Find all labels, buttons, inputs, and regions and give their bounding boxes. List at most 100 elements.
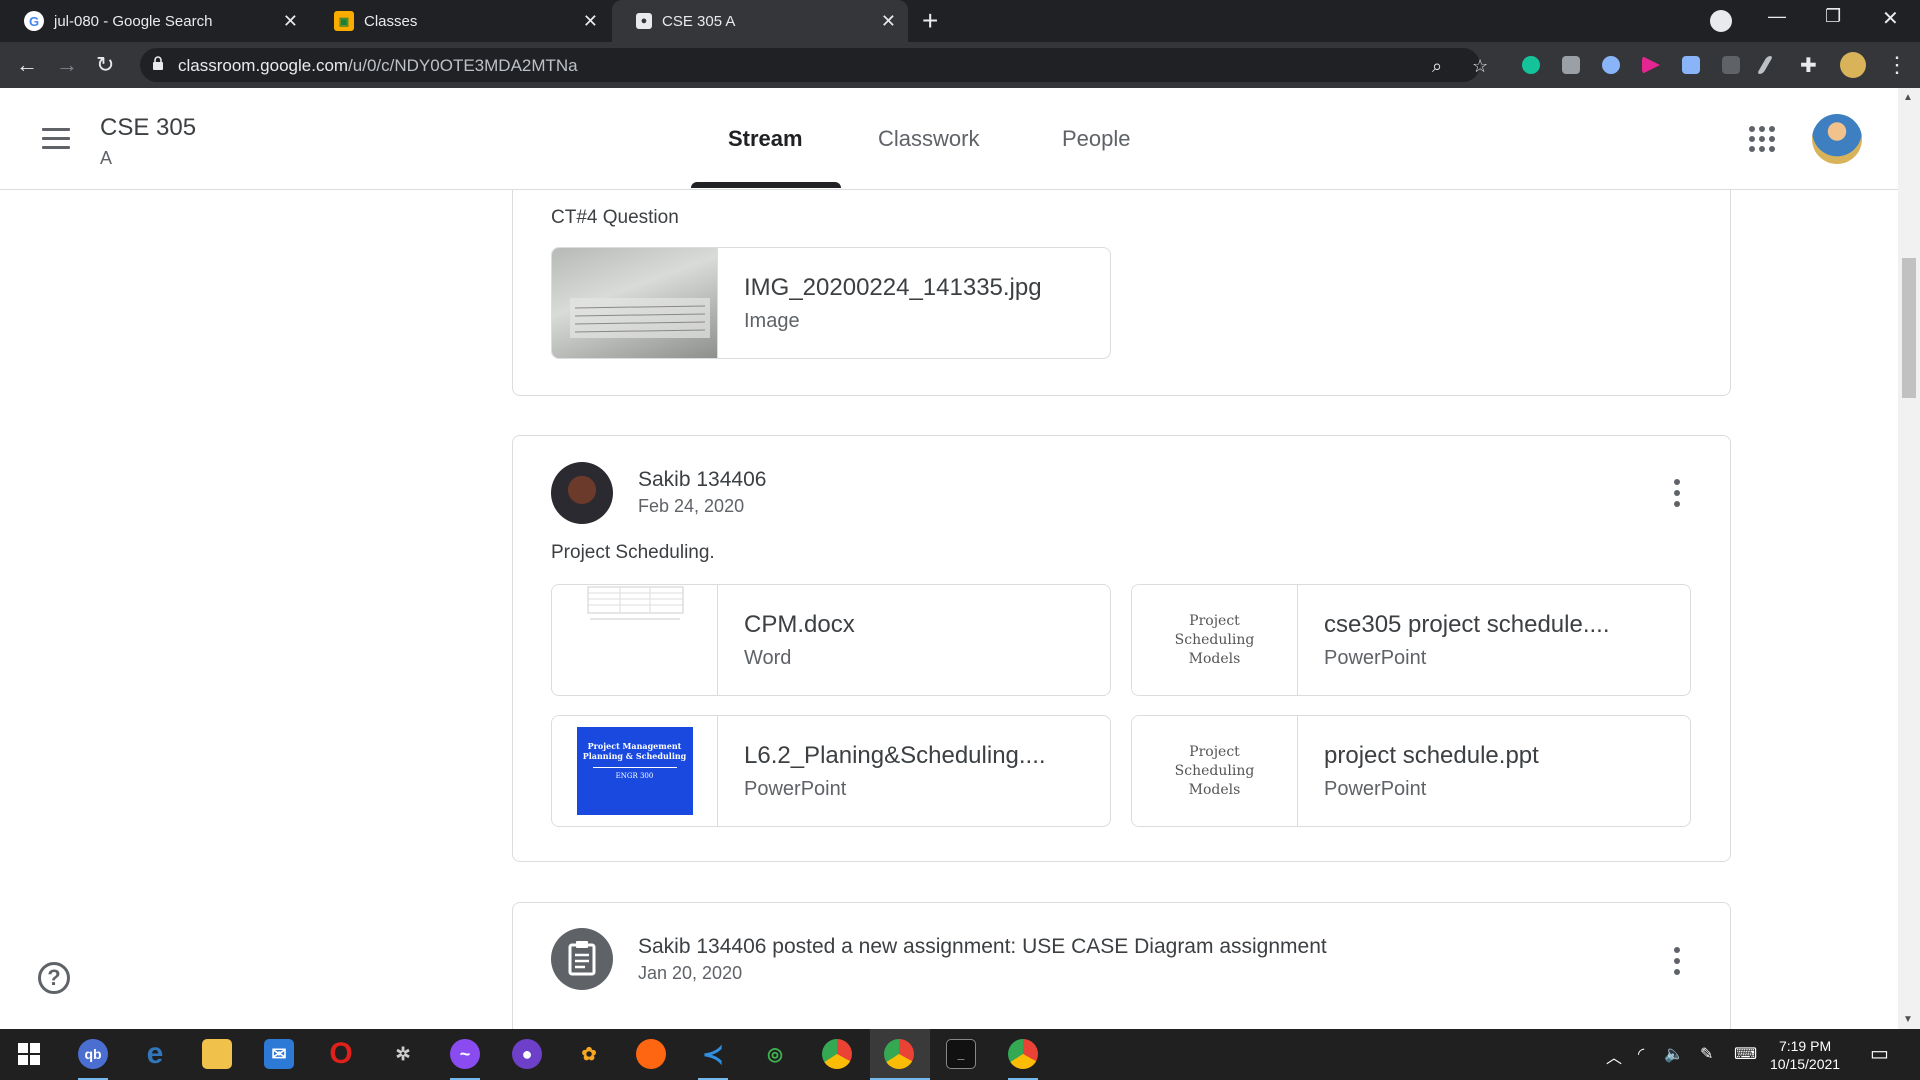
clock-date: 10/15/2021 (1770, 1056, 1841, 1072)
mail-icon[interactable]: ✉ (264, 1039, 294, 1069)
ppt-slide-thumbnail: Project Management Planning & Scheduling… (576, 727, 693, 815)
forward-icon[interactable]: → (56, 52, 78, 78)
attachment-powerpoint[interactable]: Project Scheduling Models project schedu… (1131, 715, 1691, 827)
extension-icon[interactable] (1602, 56, 1620, 74)
tab-search-icon[interactable] (1710, 10, 1732, 32)
chrome-menu-icon[interactable]: ⋮ (1886, 52, 1908, 78)
notification-icon[interactable]: ▭ (1870, 1041, 1889, 1066)
active-tab-indicator (691, 182, 841, 188)
browser-tab-google-search[interactable]: G jul-080 - Google Search ✕ (0, 0, 310, 42)
more-options-icon[interactable] (1674, 479, 1680, 507)
opera-icon[interactable]: O (326, 1037, 356, 1070)
reload-icon[interactable]: ↻ (96, 52, 114, 78)
attachment-thumbnail (552, 585, 718, 695)
close-tab-icon[interactable]: ✕ (583, 11, 598, 32)
keyboard-icon[interactable]: ⌨ (1734, 1044, 1757, 1064)
profile-avatar-icon[interactable] (1840, 52, 1866, 78)
photo-thumbnail-graphic (569, 298, 710, 338)
pen-icon[interactable]: ✎ (1700, 1044, 1713, 1064)
assignment-clipboard-icon (568, 941, 596, 976)
firefox-icon[interactable] (636, 1039, 666, 1069)
attachment-type: PowerPoint (1324, 647, 1427, 669)
app-globe-icon[interactable]: ◎ (760, 1039, 790, 1069)
account-avatar[interactable] (1812, 114, 1862, 164)
assignment-post[interactable]: Sakib 134406 posted a new assignment: US… (512, 902, 1731, 1029)
thumbnail-slide-title: Project Management Planning & Scheduling (582, 741, 687, 761)
attachment-thumbnail: Project Scheduling Models (1132, 585, 1298, 695)
thumbnail-caption: Project Scheduling Models (1174, 743, 1255, 798)
attachment-name: IMG_20200224_141335.jpg (744, 274, 1042, 301)
thumbnail-caption: Project Scheduling Models (1174, 612, 1255, 667)
terminal-icon[interactable]: _ (946, 1039, 976, 1069)
course-title[interactable]: CSE 305 (100, 114, 196, 142)
vscode-icon[interactable]: ≺ (698, 1039, 728, 1069)
app-qb-icon[interactable]: qb (78, 1039, 108, 1069)
chrome-icon[interactable] (822, 1039, 852, 1069)
assignment-avatar (551, 928, 613, 990)
page-scrollbar[interactable] (1898, 88, 1920, 1029)
network-icon[interactable]: ◜ (1638, 1044, 1644, 1064)
scroll-down-arrow-icon[interactable]: ▼ (1903, 1014, 1913, 1025)
windows-start-icon[interactable] (14, 1039, 44, 1069)
tab-classwork[interactable]: Classwork (878, 126, 979, 152)
tab-stream[interactable]: Stream (728, 126, 803, 152)
grammarly-extension-icon[interactable] (1522, 56, 1540, 74)
close-tab-icon[interactable]: ✕ (283, 11, 298, 32)
chrome-icon[interactable] (1008, 1039, 1038, 1069)
address-bar[interactable]: classroom.google.com/u/0/c/NDY0OTE3MDA2M… (140, 48, 1488, 82)
volume-icon[interactable]: 🔈 (1664, 1044, 1684, 1064)
browser-toolbar: ← → ↻ classroom.google.com/u/0/c/NDY0OTE… (0, 42, 1920, 88)
scrollbar-thumb[interactable] (1902, 258, 1916, 398)
classroom-people-icon: ● (636, 13, 652, 29)
tray-chevron-icon[interactable]: ︿ (1606, 1044, 1622, 1068)
main-menu-icon[interactable] (42, 128, 70, 150)
github-desktop-icon[interactable]: ● (512, 1039, 542, 1069)
pen-extension-icon[interactable] (1756, 56, 1774, 74)
restore-icon[interactable]: ❐ (1825, 6, 1841, 27)
browser-tab-title: Classes (364, 12, 418, 30)
browser-tab-strip: G jul-080 - Google Search ✕ ▣ Classes ✕ … (0, 0, 1920, 42)
download-extension-icon[interactable] (1682, 56, 1700, 74)
new-tab-button[interactable]: + (922, 6, 938, 36)
google-g-icon: G (24, 11, 44, 31)
close-window-icon[interactable]: ✕ (1882, 6, 1899, 31)
scroll-up-arrow-icon[interactable]: ▲ (1903, 92, 1913, 103)
author-name: Sakib 134406 (638, 468, 767, 491)
attachment-powerpoint[interactable]: Project Scheduling Models cse305 project… (1131, 584, 1691, 696)
classroom-icon: ▣ (334, 11, 354, 31)
browser-tab-cse305[interactable]: ● CSE 305 A ✕ (612, 0, 908, 42)
extensions-puzzle-icon[interactable]: ✚ (1800, 53, 1817, 78)
play-extension-icon[interactable] (1642, 56, 1660, 74)
taskbar-clock[interactable]: 7:19 PM 10/15/2021 (1770, 1037, 1840, 1073)
close-tab-icon[interactable]: ✕ (881, 11, 896, 32)
chrome-icon[interactable] (884, 1039, 914, 1069)
file-explorer-icon[interactable] (202, 1039, 232, 1069)
google-apps-icon[interactable] (1749, 126, 1775, 152)
tab-people[interactable]: People (1062, 126, 1131, 152)
app-paint-icon[interactable]: ✿ (574, 1039, 604, 1069)
zoom-icon[interactable]: ⌕ (1432, 56, 1442, 77)
classroom-header: CSE 305 A Stream Classwork People (0, 88, 1898, 190)
post-text: Project Scheduling. (551, 542, 715, 563)
post-text: CT#4 Question (551, 207, 679, 228)
attachment-image[interactable]: IMG_20200224_141335.jpg Image (551, 247, 1111, 359)
attachment-powerpoint[interactable]: Project Management Planning & Scheduling… (551, 715, 1111, 827)
help-icon[interactable]: ? (38, 962, 70, 994)
lock-icon (153, 56, 163, 70)
attachment-word-doc[interactable]: CPM.docx Word (551, 584, 1111, 696)
author-avatar (551, 462, 613, 524)
messenger-icon[interactable]: ~ (450, 1039, 480, 1069)
extension-icon[interactable] (1722, 56, 1740, 74)
more-options-icon[interactable] (1674, 947, 1680, 975)
camera-extension-icon[interactable] (1562, 56, 1580, 74)
edge-icon[interactable]: e (140, 1037, 170, 1070)
attachment-type: Image (744, 310, 800, 332)
attachment-name: project schedule.ppt (1324, 742, 1539, 769)
bookmark-star-icon[interactable]: ☆ (1472, 56, 1488, 77)
post-date: Jan 20, 2020 (638, 963, 743, 983)
browser-tab-classes[interactable]: ▣ Classes ✕ (310, 0, 610, 42)
minimize-icon[interactable]: — (1768, 6, 1786, 27)
app-satellite-icon[interactable]: ✲ (388, 1039, 418, 1069)
back-icon[interactable]: ← (16, 52, 38, 78)
post-date: Feb 24, 2020 (638, 496, 745, 516)
